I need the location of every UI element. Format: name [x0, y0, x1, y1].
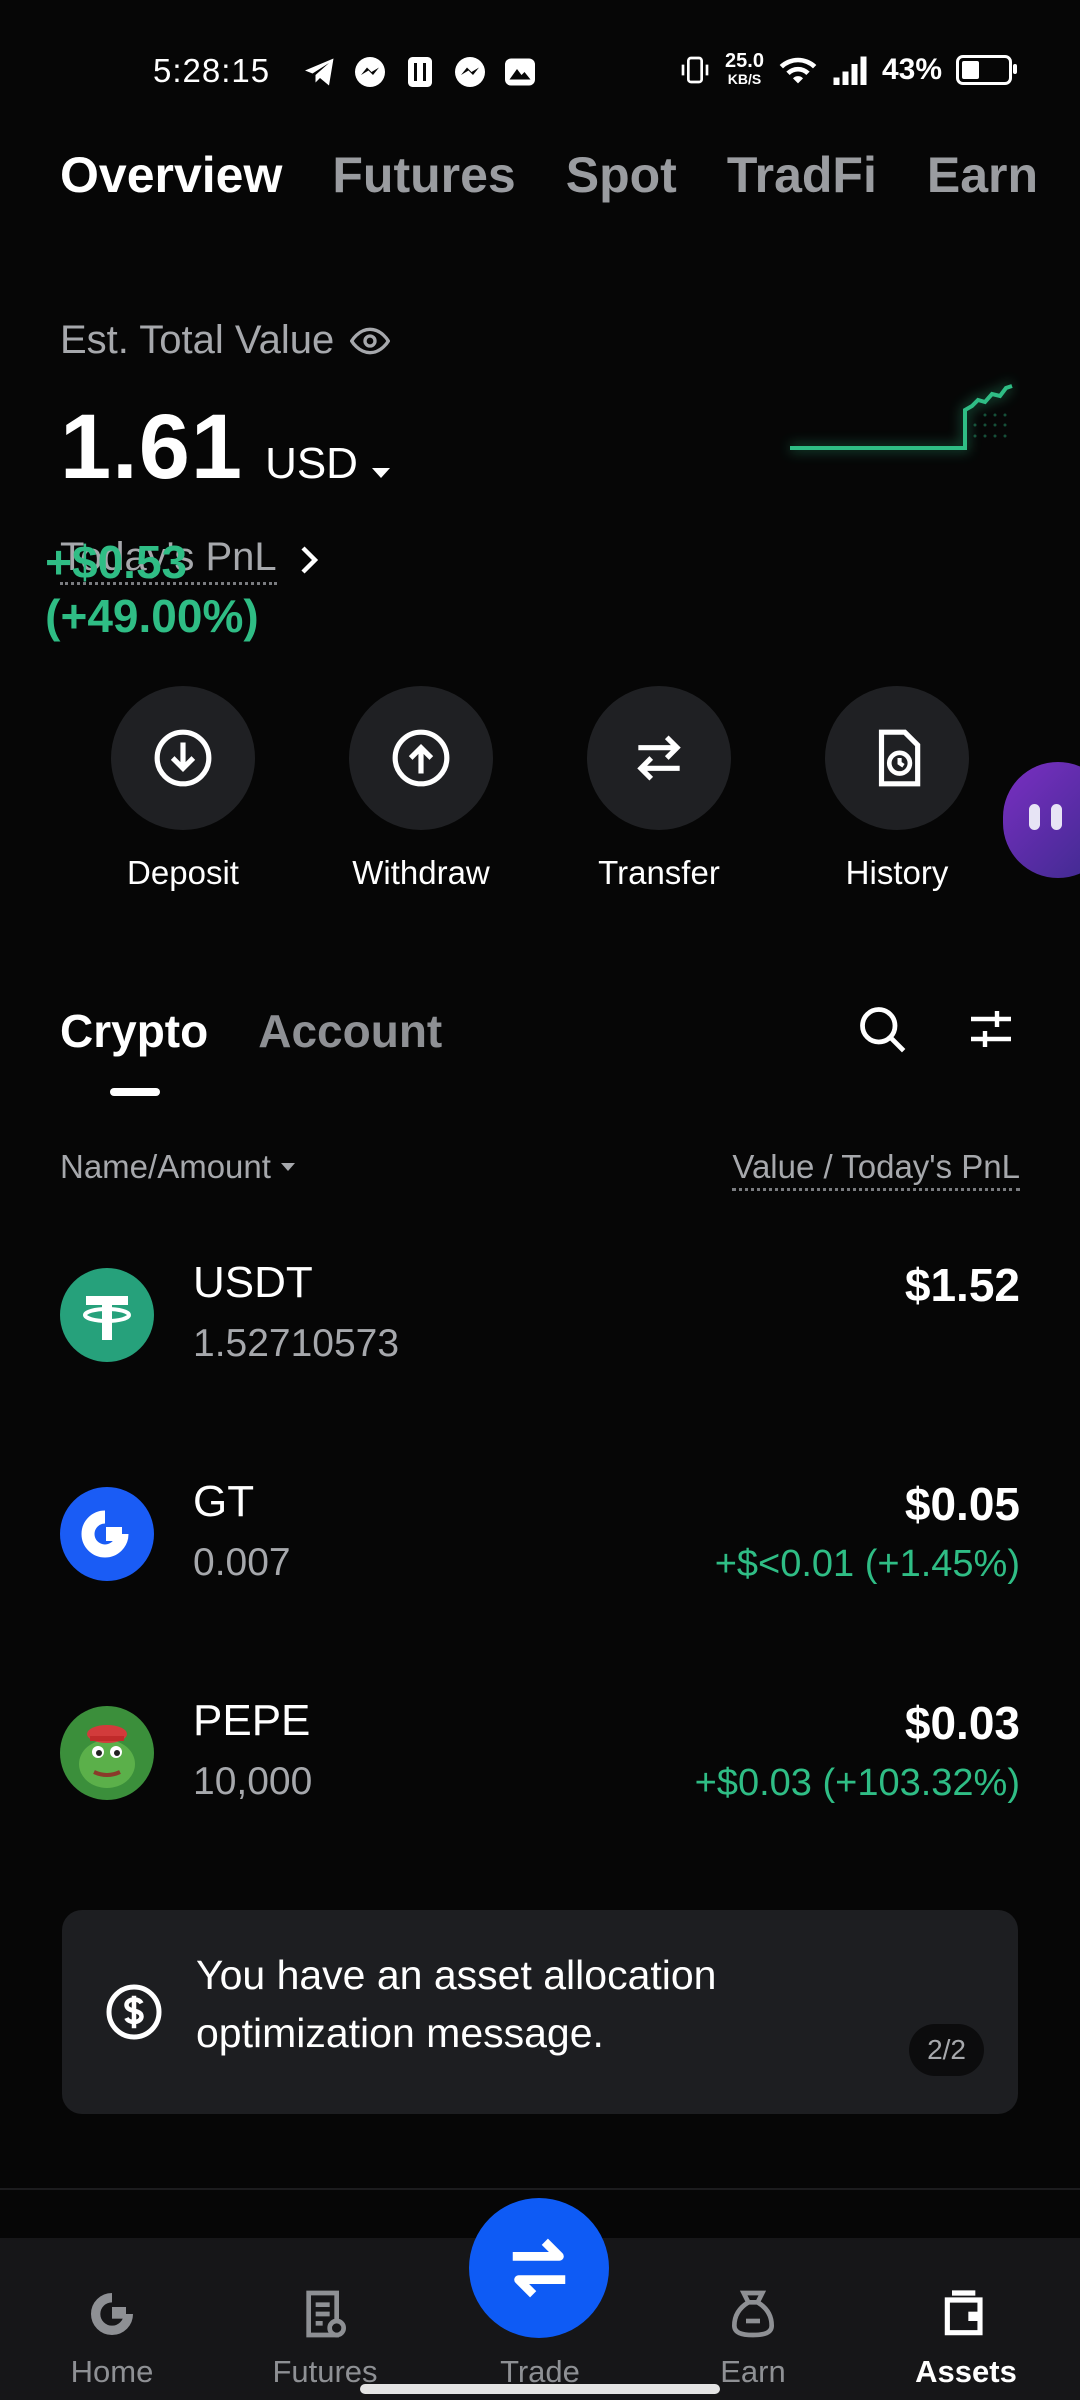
- message-pager: 2/2: [909, 2024, 984, 2076]
- total-balance: 1.61 USD: [60, 395, 390, 500]
- asset-pnl: +$<0.01 (+1.45%): [714, 1543, 1020, 1585]
- asset-symbol: PEPE: [193, 1696, 311, 1745]
- status-right: 25.0 KB/S 43%: [679, 50, 1017, 88]
- tab-indicator: [110, 1088, 160, 1096]
- transfer-icon: [637, 735, 681, 781]
- dollar-circle-icon: [106, 1984, 162, 2040]
- est-total-label: Est. Total Value: [60, 318, 335, 362]
- asset-amount: 10,000: [193, 1760, 313, 1803]
- est-total-value-row: Est. Total Value: [60, 318, 391, 363]
- earn-icon: [731, 2290, 775, 2338]
- wifi-icon: [779, 57, 817, 84]
- messenger-icon: [452, 54, 488, 90]
- asset-symbol: USDT: [193, 1258, 313, 1307]
- nav-assets[interactable]: Assets: [886, 2276, 1046, 2390]
- pnl-value: +$0.53 (+49.00%): [45, 536, 259, 642]
- battery-icon: [956, 55, 1017, 85]
- home-indicator: [360, 2384, 720, 2394]
- nav-home[interactable]: Home: [32, 2276, 192, 2390]
- sort-name-amount[interactable]: Name/Amount: [60, 1148, 295, 1186]
- notification-icons: [302, 54, 538, 90]
- divider: [0, 2188, 1080, 2190]
- asset-pnl: +$0.03 (+103.32%): [694, 1762, 1020, 1804]
- transfer-label: Transfer: [598, 854, 720, 891]
- chevron-right-icon[interactable]: [299, 544, 319, 576]
- app-icon: [402, 54, 438, 90]
- asset-value: $1.52: [904, 1259, 1020, 1311]
- battery-text: 43%: [881, 53, 942, 86]
- caret-down-icon: [280, 1163, 295, 1171]
- withdraw-icon: [392, 729, 450, 787]
- tab-futures[interactable]: Futures: [332, 146, 515, 204]
- gt-logo-icon: [60, 1487, 154, 1581]
- status-bar: 5:28:15 25.0 KB/S 43%: [0, 48, 1080, 96]
- usdt-logo-icon: [60, 1268, 154, 1362]
- status-time: 5:28:15: [153, 52, 271, 89]
- value-pnl-header[interactable]: Value / Today's PnL: [732, 1148, 1020, 1191]
- tab-earn[interactable]: Earn: [927, 146, 1038, 204]
- signal-icon: [833, 56, 867, 85]
- todays-pnl-row[interactable]: Today's PnL +$0.53 (+49.00%): [45, 535, 319, 642]
- tab-account[interactable]: Account: [258, 1004, 442, 1058]
- allocation-message-card[interactable]: You have an asset allocation optimizatio…: [62, 1910, 1018, 2114]
- asset-symbol: GT: [193, 1477, 255, 1526]
- wallet-icon: [944, 2290, 983, 2336]
- home-icon: [91, 2293, 133, 2335]
- vibrate-icon: [681, 56, 709, 84]
- futures-icon: [306, 2290, 346, 2338]
- withdraw-label: Withdraw: [352, 854, 490, 891]
- telegram-icon: [302, 54, 338, 90]
- net-speed: 25.0 KB/S: [725, 50, 764, 87]
- nav-futures[interactable]: Futures: [245, 2276, 405, 2390]
- filter-icon[interactable]: [966, 1005, 1016, 1053]
- asset-row-gt[interactable]: GT 0.007 $0.05 +$<0.01 (+1.45%): [0, 1477, 1080, 1627]
- tab-spot[interactable]: Spot: [566, 146, 677, 204]
- deposit-label: Deposit: [127, 854, 239, 891]
- withdraw-button[interactable]: Withdraw: [349, 686, 493, 892]
- pepe-logo-icon: [60, 1706, 154, 1800]
- swap-icon: [512, 2238, 566, 2298]
- trade-button[interactable]: [469, 2198, 609, 2338]
- asset-tabs: Crypto Account: [60, 1004, 442, 1058]
- total-value: 1.61: [60, 396, 244, 498]
- tab-crypto[interactable]: Crypto: [60, 1004, 208, 1058]
- message-text: You have an asset allocation optimizatio…: [196, 1952, 717, 2056]
- deposit-icon: [154, 729, 212, 787]
- asset-amount: 0.007: [193, 1541, 291, 1584]
- messenger-icon: [352, 54, 388, 90]
- asset-amount: 1.52710573: [193, 1322, 400, 1365]
- search-icon[interactable]: [856, 1003, 908, 1055]
- eye-icon[interactable]: [350, 326, 391, 356]
- tab-overview[interactable]: Overview: [60, 146, 282, 204]
- tab-tradfi[interactable]: TradFi: [727, 146, 877, 204]
- balance-sparkline: [790, 382, 1014, 452]
- caret-down-icon[interactable]: [371, 468, 390, 478]
- asset-row-pepe[interactable]: PEPE 10,000 $0.03 +$0.03 (+103.32%): [0, 1696, 1080, 1846]
- transfer-button[interactable]: Transfer: [587, 686, 731, 892]
- history-label: History: [845, 854, 949, 891]
- nav-earn[interactable]: Earn: [673, 2276, 833, 2390]
- history-button[interactable]: History: [825, 686, 969, 892]
- asset-value: $0.05: [904, 1478, 1020, 1530]
- history-icon: [878, 729, 921, 787]
- currency-selector[interactable]: USD: [265, 439, 358, 489]
- gallery-icon: [502, 54, 538, 90]
- asset-value: $0.03: [904, 1697, 1020, 1749]
- asset-row-usdt[interactable]: USDT 1.52710573 $1.52: [0, 1258, 1080, 1408]
- deposit-button[interactable]: Deposit: [111, 686, 255, 892]
- top-tabs: Overview Futures Spot TradFi Earn: [60, 146, 1038, 204]
